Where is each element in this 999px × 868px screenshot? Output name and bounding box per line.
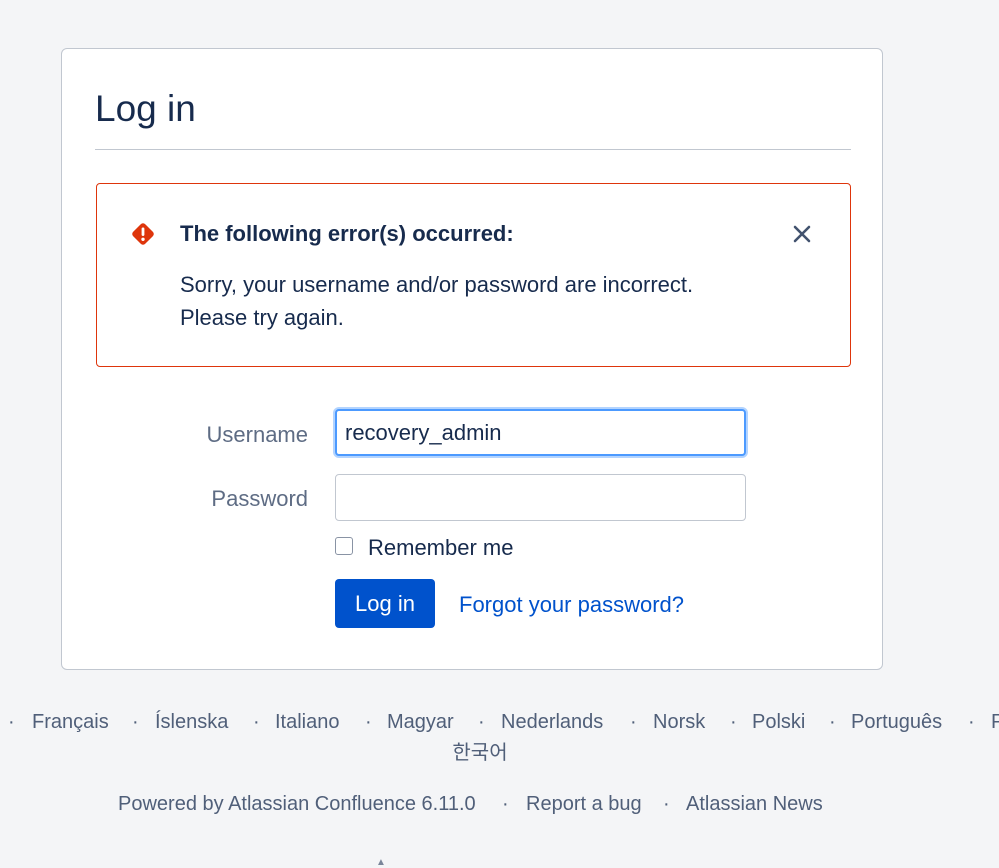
error-message-line: Please try again. — [180, 305, 344, 330]
error-icon — [132, 223, 154, 245]
language-link[interactable]: Português — [851, 709, 942, 735]
close-icon[interactable] — [790, 222, 814, 246]
footer: Powered by Atlassian Confluence 6.11.0 ·… — [0, 790, 999, 820]
username-label: Username — [206, 422, 308, 447]
separator-dot: · — [365, 711, 372, 733]
language-link[interactable]: Magyar — [387, 709, 454, 735]
language-link[interactable]: Íslenska — [155, 709, 228, 735]
powered-by-text: Powered by Atlassian Confluence 6.11.0 — [118, 793, 476, 815]
error-message-box: The following error(s) occurred: Sorry, … — [96, 183, 851, 367]
login-panel: Log in The following error(s) occurred: … — [61, 48, 883, 670]
page-title: Log in — [95, 88, 196, 129]
separator-dot: · — [630, 711, 637, 733]
language-link[interactable]: Nederlands — [501, 709, 603, 735]
title-divider — [95, 149, 851, 150]
password-label: Password — [211, 486, 308, 511]
separator-dot: · — [132, 711, 139, 733]
error-message: Sorry, your username and/or password are… — [180, 268, 780, 334]
error-message-line: Sorry, your username and/or password are… — [180, 272, 694, 297]
error-heading: The following error(s) occurred: — [180, 221, 514, 246]
separator-dot: · — [730, 711, 737, 733]
language-link[interactable]: P — [991, 709, 999, 735]
separator-dot: · — [478, 711, 485, 733]
remember-me-label[interactable]: Remember me — [368, 534, 513, 562]
separator-dot: · — [502, 793, 509, 815]
separator-dot: · — [8, 711, 15, 733]
report-bug-link[interactable]: Report a bug — [526, 790, 642, 818]
language-list: · Français · Íslenska · Italiano · Magya… — [0, 707, 999, 737]
separator-dot: · — [968, 711, 975, 733]
login-button[interactable]: Log in — [335, 579, 435, 628]
language-link[interactable]: Polski — [752, 709, 805, 735]
language-link[interactable]: Norsk — [653, 709, 705, 735]
atlassian-news-link[interactable]: Atlassian News — [686, 790, 823, 818]
username-field[interactable] — [335, 409, 746, 456]
language-link-korean[interactable]: 한국어 — [0, 739, 960, 767]
forgot-password-link[interactable]: Forgot your password? — [459, 591, 684, 619]
password-field[interactable] — [335, 474, 746, 521]
language-link[interactable]: Italiano — [275, 709, 340, 735]
remember-me-checkbox[interactable] — [335, 537, 353, 555]
separator-dot: · — [663, 793, 670, 815]
language-link[interactable]: Français — [32, 709, 109, 735]
separator-dot: · — [253, 711, 260, 733]
separator-dot: · — [829, 711, 836, 733]
